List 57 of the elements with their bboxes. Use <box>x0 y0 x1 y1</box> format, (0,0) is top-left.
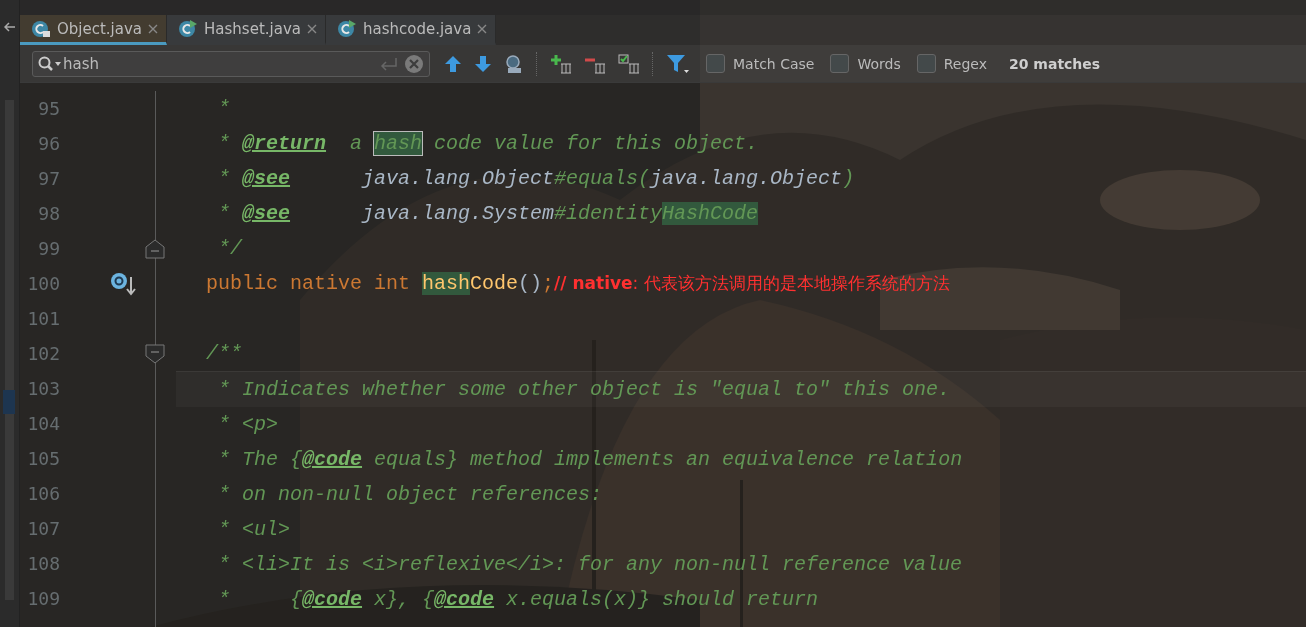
code-line: * @see java.lang.Object#equals(java.lang.Object) <box>217 167 855 190</box>
select-all-icon[interactable] <box>504 53 524 74</box>
close-icon[interactable] <box>307 23 317 34</box>
close-icon[interactable] <box>148 23 159 34</box>
code-line: public native int hashCode();// native: 代表该方法调用的是本地操作系统的方法 <box>206 272 950 295</box>
clear-icon[interactable] <box>404 53 424 74</box>
code-line: * @see java.lang.System#identityHashCode <box>217 202 759 225</box>
line-number: 95 <box>37 97 61 121</box>
enter-icon <box>380 56 398 71</box>
code-line: * Indicates whether some other object is "equal to" this one. <box>217 378 951 401</box>
code-line: * <p> <box>217 413 278 436</box>
filter-icon[interactable] <box>666 53 690 74</box>
code-line: * on non-null object references: <box>217 483 603 506</box>
match-count: 20 matches <box>1009 55 1101 72</box>
code-line: * <box>217 97 230 120</box>
scrollbar[interactable] <box>5 100 14 600</box>
search-option-checkbox[interactable]: Regex <box>916 54 987 73</box>
editor-tab[interactable]: Object.java <box>20 15 168 45</box>
line-number: 98 <box>37 202 61 226</box>
arrow-up-icon[interactable] <box>444 54 462 73</box>
line-number: 101 <box>26 307 61 331</box>
line-number: 99 <box>37 237 61 261</box>
line-number: 105 <box>26 447 61 471</box>
locked-class-icon <box>31 18 51 39</box>
search-option-checkbox[interactable]: Match Case <box>706 54 815 73</box>
fold-icon[interactable] <box>145 238 165 259</box>
search-option-checkbox[interactable]: Words <box>830 54 901 73</box>
line-number: 107 <box>26 517 61 541</box>
fold-icon[interactable] <box>145 343 165 364</box>
code-line: * <li>It is <i>reflexive</i>: for any non-null reference value <box>217 553 963 576</box>
close-icon[interactable] <box>477 23 488 34</box>
code-line: /** <box>206 342 242 365</box>
search-field[interactable]: hash <box>32 50 430 77</box>
runnable-class-icon <box>178 18 199 39</box>
editor-tab[interactable]: hashcode.java <box>326 15 497 45</box>
line-number: 103 <box>26 377 61 401</box>
select-occurrences-icon[interactable] <box>618 53 640 74</box>
code-line: * {@code x}, {@code x.equals(x)} should return <box>217 588 819 611</box>
line-number: 106 <box>26 482 61 506</box>
code-line: * The {@code equals} method implements an equivalence relation <box>217 448 963 471</box>
back-arrow-icon[interactable] <box>3 22 16 32</box>
editor-tab[interactable]: Hashset.java <box>167 15 326 45</box>
line-number: 97 <box>37 167 61 191</box>
search-icon[interactable] <box>38 55 62 72</box>
line-number: 104 <box>26 412 61 436</box>
line-number: 102 <box>26 342 61 366</box>
add-occurrence-icon[interactable] <box>550 53 572 74</box>
arrow-down-icon[interactable] <box>474 54 492 73</box>
line-number: 96 <box>37 132 61 156</box>
line-number: 109 <box>26 587 61 611</box>
line-number: 100 <box>26 272 61 296</box>
override-marker-icon[interactable] <box>109 270 136 297</box>
code-line: * <ul> <box>217 518 290 541</box>
code-line: */ <box>217 237 242 260</box>
line-number: 108 <box>26 552 61 576</box>
runnable-class-icon <box>337 18 357 39</box>
code-line: * @return a hash code value for this object. <box>217 132 759 155</box>
